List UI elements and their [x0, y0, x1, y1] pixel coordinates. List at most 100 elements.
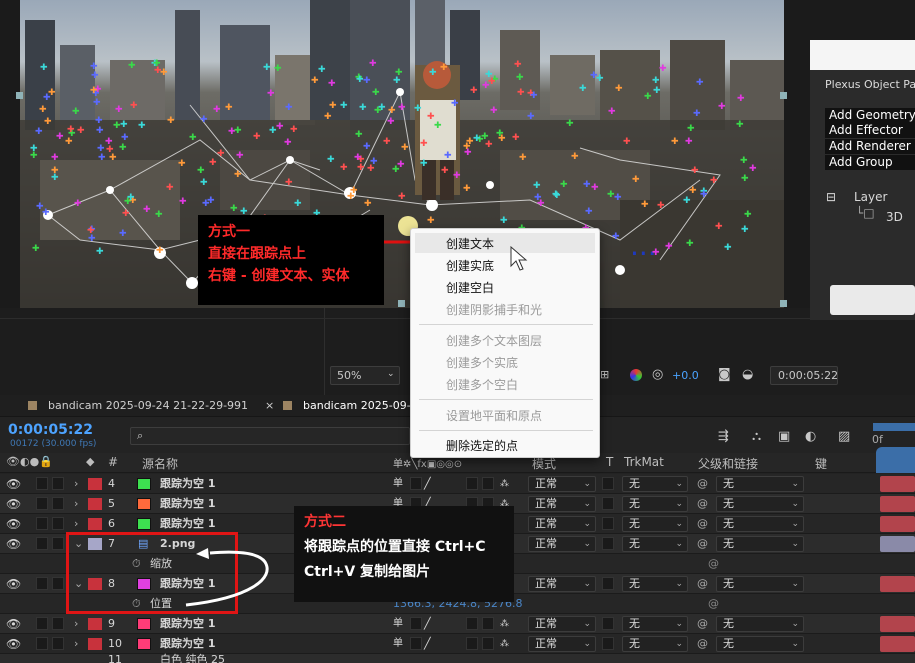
tracker-point[interactable]: ✚ — [93, 99, 101, 108]
tracker-point[interactable]: ✚ — [197, 167, 205, 176]
tracker-point[interactable]: ✚ — [398, 104, 406, 113]
tracker-point[interactable]: ✚ — [106, 146, 114, 155]
tracker-point[interactable]: ✚ — [689, 187, 697, 196]
solo-switch[interactable] — [36, 537, 48, 550]
label-color[interactable] — [88, 618, 102, 630]
pick-whip-icon[interactable]: @ — [697, 474, 708, 494]
tracker-point[interactable]: ✚ — [552, 191, 560, 200]
parent-dropdown[interactable]: 无 ⌄ — [716, 576, 804, 592]
expression-icon[interactable]: @ — [708, 594, 719, 614]
tracker-point[interactable]: ✚ — [285, 179, 293, 188]
tracker-point[interactable]: ✚ — [516, 74, 524, 83]
menu-item-create-text[interactable]: 创建文本 — [446, 235, 494, 252]
tracker-point[interactable]: ✚ — [39, 106, 47, 115]
blend-mode-dropdown[interactable]: 正常 ⌄ — [528, 516, 596, 532]
lock-switch[interactable] — [52, 577, 64, 590]
tracker-point[interactable]: ✚ — [200, 116, 208, 125]
tracker-point[interactable]: ✚ — [234, 127, 242, 136]
tracker-point[interactable]: ✚ — [512, 134, 520, 143]
tracker-point[interactable]: ✚ — [665, 243, 673, 252]
tracker-point[interactable]: ✚ — [364, 200, 372, 209]
tracker-point[interactable]: ✚ — [440, 64, 448, 73]
column-source-name[interactable]: 源名称 — [142, 455, 178, 472]
tracker-point[interactable]: ✚ — [451, 100, 459, 109]
tracker-point[interactable]: ✚ — [324, 113, 332, 122]
tracker-point[interactable]: ✚ — [737, 95, 745, 104]
shy-layers-icon[interactable]: ▣ — [778, 429, 790, 444]
tracker-point[interactable]: ✚ — [383, 138, 391, 147]
layer-duration-bar[interactable] — [880, 476, 915, 492]
tracker-point[interactable]: ✚ — [329, 102, 337, 111]
quality-slash-icon[interactable]: ╱ — [424, 634, 431, 654]
tracker-point[interactable]: ✚ — [119, 230, 127, 239]
tab-comp-1[interactable]: bandicam 2025-09-24 21-22-29-991 — [48, 399, 248, 412]
tracker-point[interactable]: ✚ — [533, 182, 541, 191]
tracker-point[interactable]: ✚ — [207, 197, 215, 206]
trkmat-dropdown[interactable]: 无 ⌄ — [622, 516, 688, 532]
quality-slash-icon[interactable]: ╱ — [424, 474, 431, 494]
solo-switch[interactable] — [36, 497, 48, 510]
parent-dropdown[interactable]: 无 ⌄ — [716, 636, 804, 652]
eye-icon[interactable]: 👁 — [6, 534, 21, 554]
tracker-point[interactable]: ✚ — [685, 138, 693, 147]
switch-box[interactable] — [466, 477, 478, 490]
tracker-point[interactable]: ✚ — [225, 104, 233, 113]
tracker-point[interactable]: ✚ — [420, 160, 428, 169]
tracker-point[interactable]: ✚ — [189, 134, 197, 143]
tracker-point[interactable]: ✚ — [724, 244, 732, 253]
tracker-point[interactable]: ✚ — [473, 135, 481, 144]
tracker-point[interactable]: ✚ — [736, 121, 744, 130]
tracker-point[interactable]: ✚ — [500, 217, 508, 226]
close-tab-icon[interactable]: × — [265, 399, 274, 412]
tracker-point[interactable]: ✚ — [230, 205, 238, 214]
tracker-point[interactable]: ✚ — [691, 167, 699, 176]
tracker-point[interactable]: ✚ — [130, 102, 138, 111]
tracker-point[interactable]: ✚ — [519, 154, 527, 163]
tracker-point[interactable]: ✚ — [340, 164, 348, 173]
tracker-point[interactable]: ✚ — [311, 77, 319, 86]
pick-whip-icon[interactable]: @ — [697, 574, 708, 594]
tracker-point[interactable]: ✚ — [328, 80, 336, 89]
tracker-point[interactable]: ✚ — [715, 223, 723, 232]
tracker-point[interactable]: ✚ — [32, 245, 40, 254]
switch-box[interactable] — [482, 637, 494, 650]
frame-handle[interactable] — [780, 300, 787, 307]
tracker-point[interactable]: ✚ — [347, 193, 355, 202]
eye-icon[interactable]: 👁 — [6, 514, 21, 534]
eye-icon[interactable]: 👁 — [6, 474, 21, 494]
3d-layer-icon[interactable]: ⁂ — [500, 474, 509, 494]
tracker-point[interactable]: ✚ — [741, 226, 749, 235]
tracker-point[interactable]: ✚ — [585, 208, 593, 217]
switch-box[interactable] — [466, 637, 478, 650]
tracker-point[interactable]: ✚ — [700, 191, 708, 200]
tracker-point[interactable]: ✚ — [109, 154, 117, 163]
blend-mode-dropdown[interactable]: 正常 ⌄ — [528, 536, 596, 552]
color-channels-icon[interactable] — [630, 369, 642, 381]
tracker-point[interactable]: ✚ — [652, 77, 660, 86]
tracker-point[interactable]: ✚ — [200, 179, 208, 188]
eye-icon[interactable]: 👁 — [6, 614, 21, 634]
tracker-point[interactable]: ✚ — [429, 69, 437, 78]
tracker-point[interactable]: ✚ — [427, 113, 435, 122]
tracker-point[interactable]: ✚ — [530, 92, 538, 101]
label-color[interactable] — [88, 478, 102, 490]
parent-dropdown[interactable]: 无 ⌄ — [716, 476, 804, 492]
tracker-point[interactable]: ✚ — [56, 133, 64, 142]
switches[interactable]: 单 — [393, 614, 403, 634]
preserve-transparency-box[interactable] — [602, 637, 614, 650]
tracker-point[interactable]: ✚ — [614, 194, 622, 203]
timeline-timecode[interactable]: 0:00:05:22 — [8, 422, 93, 438]
viewer-timecode[interactable]: 0:00:05:22 — [770, 366, 838, 385]
tracker-point[interactable]: ✚ — [470, 87, 478, 96]
switch-box[interactable] — [482, 477, 494, 490]
composition-frame[interactable]: ... ✚ ✚ ✚ ✚ ✚ ✚ ✚ ✚ ✚ ✚ ✚ ✚ ✚ ✚ ✚ ✚ ✚ ✚ ✚ ✚ ✚ ✚ ✚ ✚ ✚ ✚ ✚ ✚ ✚ ✚ ✚ ✚ ✚ ✚ ✚ ✚… — [20, 0, 784, 308]
tracker-point[interactable]: ✚ — [143, 206, 151, 215]
tracker-point[interactable]: ✚ — [96, 248, 104, 257]
frame-blending-icon[interactable]: ◐ — [805, 429, 816, 444]
tracker-point[interactable]: ✚ — [583, 181, 591, 190]
tab-comp-2[interactable]: bandicam 2025-09-24 — [303, 399, 425, 412]
tracker-point[interactable]: ✚ — [420, 140, 428, 149]
current-time-indicator[interactable] — [876, 447, 915, 473]
tracker-point[interactable]: ✚ — [65, 138, 73, 147]
tracker-point[interactable]: ✚ — [217, 150, 225, 159]
